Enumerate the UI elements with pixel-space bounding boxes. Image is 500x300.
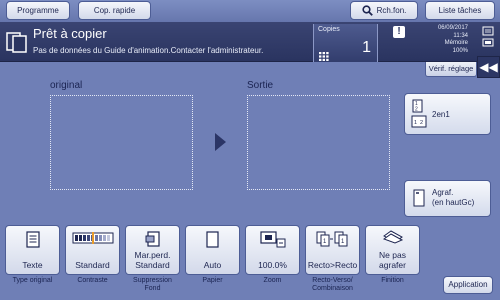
finishing-icon — [366, 230, 419, 244]
search-function-button[interactable]: Rch.fon. — [350, 1, 418, 20]
finishing-value-line2: agrafer — [379, 260, 406, 270]
task-list-button[interactable]: Liste tâches — [425, 1, 495, 20]
density-scale-icon — [66, 231, 119, 245]
svg-text:2: 2 — [415, 107, 418, 113]
background-removal-icon — [126, 231, 179, 247]
staple-label-line2: (en hautGc) — [432, 198, 475, 207]
combine-2in1-button[interactable]: 1 2 1 2 2en1 — [404, 93, 491, 135]
application-button[interactable]: Application — [443, 276, 493, 294]
zoom-caption: Zoom — [263, 277, 282, 284]
paper-value: Auto — [203, 260, 222, 270]
memory-value: 100% — [452, 47, 468, 54]
finishing-value: Ne pas agrafer — [366, 250, 419, 270]
arrow-right-icon — [215, 133, 226, 151]
original-label: original — [50, 80, 83, 91]
paper-caption: Papier — [202, 277, 223, 284]
zoom-icon — [246, 231, 299, 248]
density-caption: Contraste — [77, 277, 108, 284]
verify-settings-label: Vérif. réglage — [428, 64, 474, 73]
application-label: Application — [448, 280, 488, 289]
density-button[interactable]: Standard — [65, 225, 120, 275]
zoom-button[interactable]: 100.0% — [245, 225, 300, 275]
duplex-caption: Recto-Verso/ Combinaison — [300, 277, 365, 293]
background-removal-value-line1: Mar.perd. — [134, 250, 171, 260]
background-removal-value: Mar.perd. Standard — [126, 250, 179, 270]
finishing-caption: Finition — [381, 277, 404, 284]
background-removal-caption-line2: Fond — [144, 285, 161, 292]
double-chevron-left-icon: ◀◀ — [479, 60, 498, 74]
paper-icon — [186, 231, 239, 248]
top-bar: Programme Cop. rapide Rch.fon. Liste tâc… — [0, 0, 500, 22]
verify-settings-button[interactable]: Vérif. réglage — [425, 62, 477, 77]
copies-value: 1 — [362, 39, 371, 56]
quick-copy-button-label: Cop. rapide — [93, 6, 136, 15]
background-removal-button[interactable]: Mar.perd. Standard — [125, 225, 180, 275]
page-title: Prêt à copier — [33, 26, 107, 41]
original-type-button[interactable]: Texte — [5, 225, 60, 275]
status-header: Prêt à copier Pas de données du Guide d'… — [0, 22, 500, 62]
date-text: 06/09/2017 — [437, 25, 468, 31]
original-type-value: Texte — [22, 260, 43, 270]
staple-button[interactable]: Agraf. (en hautGc) — [404, 180, 491, 217]
programme-button[interactable]: Programme — [6, 1, 70, 20]
search-function-label: Rch.fon. — [376, 6, 407, 15]
zoom-value: 100.0% — [258, 260, 287, 270]
copy-mode-icon — [6, 30, 28, 59]
finishing-value-line1: Ne pas — [379, 250, 406, 260]
copies-label: Copies — [318, 26, 340, 33]
output-label: Sortie — [247, 80, 274, 91]
background-removal-caption: Suppression Fond — [120, 277, 185, 293]
task-list-label: Liste tâches — [438, 6, 482, 15]
two-in-one-icon: 1 2 1 2 — [411, 99, 427, 132]
staple-label: Agraf. (en hautGc) — [432, 188, 474, 208]
original-type-caption: Type original — [12, 277, 53, 284]
svg-text:1: 1 — [414, 120, 417, 126]
original-preview-area — [50, 95, 193, 190]
staple-label-line1: Agraf. — [432, 188, 454, 197]
memory-label: Mémoire — [444, 40, 468, 46]
quick-copy-button[interactable]: Cop. rapide — [78, 1, 151, 20]
background-removal-value-line2: Standard — [135, 260, 170, 270]
finishing-button[interactable]: Ne pas agrafer — [365, 225, 420, 275]
status-info: 06/09/2017 11:34 Mémoire 100% — [438, 25, 468, 55]
combine-label: 2en1 — [432, 110, 450, 119]
duplex-button[interactable]: 1 1 Recto>Recto — [305, 225, 360, 275]
guide-message: Pas de données du Guide d'animation.Cont… — [33, 46, 264, 55]
duplex-icon: 1 1 — [306, 231, 359, 248]
staple-icon — [413, 189, 425, 209]
warning-icon[interactable]: ! — [393, 26, 405, 38]
duplex-caption-line1: Recto-Verso/ — [312, 277, 353, 284]
collapse-panel-button[interactable]: ◀◀ — [477, 56, 500, 78]
duplex-value: Recto>Recto — [307, 260, 358, 270]
keypad-icon[interactable] — [319, 48, 329, 66]
paper-button[interactable]: Auto — [185, 225, 240, 275]
time-text: 11:34 — [453, 32, 468, 39]
document-icon — [6, 231, 59, 248]
duplex-caption-line2: Combinaison — [312, 285, 353, 292]
density-value: Standard — [75, 260, 110, 270]
background-removal-caption-line1: Suppression — [133, 277, 172, 284]
svg-text:2: 2 — [420, 120, 423, 126]
programme-button-label: Programme — [17, 6, 59, 15]
search-icon — [361, 5, 373, 16]
copies-counter[interactable]: Copies 1 — [313, 24, 378, 62]
output-preview-area — [247, 95, 390, 190]
